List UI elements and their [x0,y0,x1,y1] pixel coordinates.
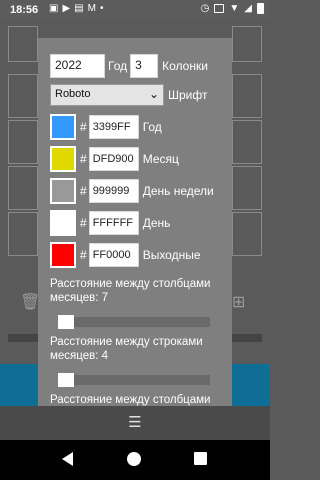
hex-input-weekend[interactable]: FF0000 [88,243,139,267]
document-icon: ▤ [74,3,84,14]
font-label: Шрифт [168,88,208,102]
background-cell [8,26,38,62]
hash-symbol: # [80,152,87,166]
hex-input-month[interactable]: DFD900 [88,147,139,171]
columns-input[interactable]: 3 [130,54,159,78]
background-cell [232,26,262,62]
background-cell [8,120,38,164]
color-row: # 999999 День недели [50,178,214,204]
color-label-month: Месяц [142,152,179,166]
chevron-down-icon: ⌄ [148,87,159,101]
year-input[interactable]: 2022 [50,54,105,78]
hex-input-day[interactable]: FFFFFF [88,211,139,235]
color-label-weekend: Выходные [142,248,201,262]
background-cell [232,74,262,118]
color-swatch-year[interactable] [50,114,76,140]
wifi-icon: ▼ [229,3,240,14]
hash-symbol: # [80,120,87,134]
slider-track-month-column-gap[interactable] [58,317,210,327]
slider-label-month-row-gap: Расстояние между строками месяцев: 4 [50,336,203,362]
notification-icons: ▣ ▶ ▤ M • [49,3,103,14]
bottom-menu-bar[interactable]: ☰ [0,406,270,440]
year-label: Год [108,59,128,73]
slider-thumb-month-column-gap[interactable] [58,315,74,329]
columns-label: Колонки [162,59,208,73]
hash-symbol: # [80,216,87,230]
slider-label-column-gap: Расстояние между столбцами [50,394,211,406]
signal-icon: ◢ [244,3,252,14]
settings-dialog: 2022 Год 3 Колонки Roboto ⌄ Шрифт # 3399… [38,38,232,406]
color-row: # 3399FF Год [50,114,162,140]
hex-input-weekday[interactable]: 999999 [88,179,139,203]
background-cell [8,212,38,256]
image-icon: ▣ [49,3,59,14]
status-time: 18:56 [10,4,39,16]
color-label-day: День [142,216,171,230]
slider-thumb-month-row-gap[interactable] [58,373,74,387]
vibrate-icon [214,4,225,13]
system-nav-bar [0,440,270,480]
slider-track-month-row-gap[interactable] [58,375,210,385]
hex-input-year[interactable]: 3399FF [88,115,139,139]
slider-label-month-column-gap: Расстояние между столбцами месяцев: 7 [50,278,211,304]
color-swatch-weekend[interactable] [50,242,76,268]
font-select-value: Roboto [55,88,91,100]
gmail-icon: M [87,3,96,14]
recents-icon[interactable] [194,452,207,465]
background-cell [232,166,262,210]
home-icon[interactable] [127,452,141,466]
hash-symbol: # [80,184,87,198]
color-swatch-month[interactable] [50,146,76,172]
background-cell [232,212,262,256]
back-icon[interactable] [62,452,73,466]
alarm-icon: ◷ [200,3,210,14]
background-cell [8,74,38,118]
color-label-year: Год [142,120,162,134]
youtube-icon: ▶ [62,3,71,14]
color-swatch-weekday[interactable] [50,178,76,204]
color-row: # DFD900 Месяц [50,146,179,172]
color-row: # FFFFFF День [50,210,170,236]
hash-symbol: # [80,248,87,262]
grid-icon: ⊞ [232,294,246,311]
background-cell [232,120,262,164]
color-label-weekday: День недели [142,184,214,198]
menu-icon[interactable]: ☰ [128,414,141,431]
year-columns-row: 2022 Год 3 Колонки [50,54,208,78]
system-icons: ◷ ▼ ◢ [201,3,264,14]
dot-icon: • [99,3,104,14]
status-bar: 18:56 ▣ ▶ ▤ M • ◷ ▼ ◢ [0,0,270,20]
color-row: # FF0000 Выходные [50,242,201,268]
color-swatch-day[interactable] [50,210,76,236]
font-select[interactable]: Roboto ⌄ [50,84,164,106]
background-cell [8,166,38,210]
battery-icon [257,3,264,14]
